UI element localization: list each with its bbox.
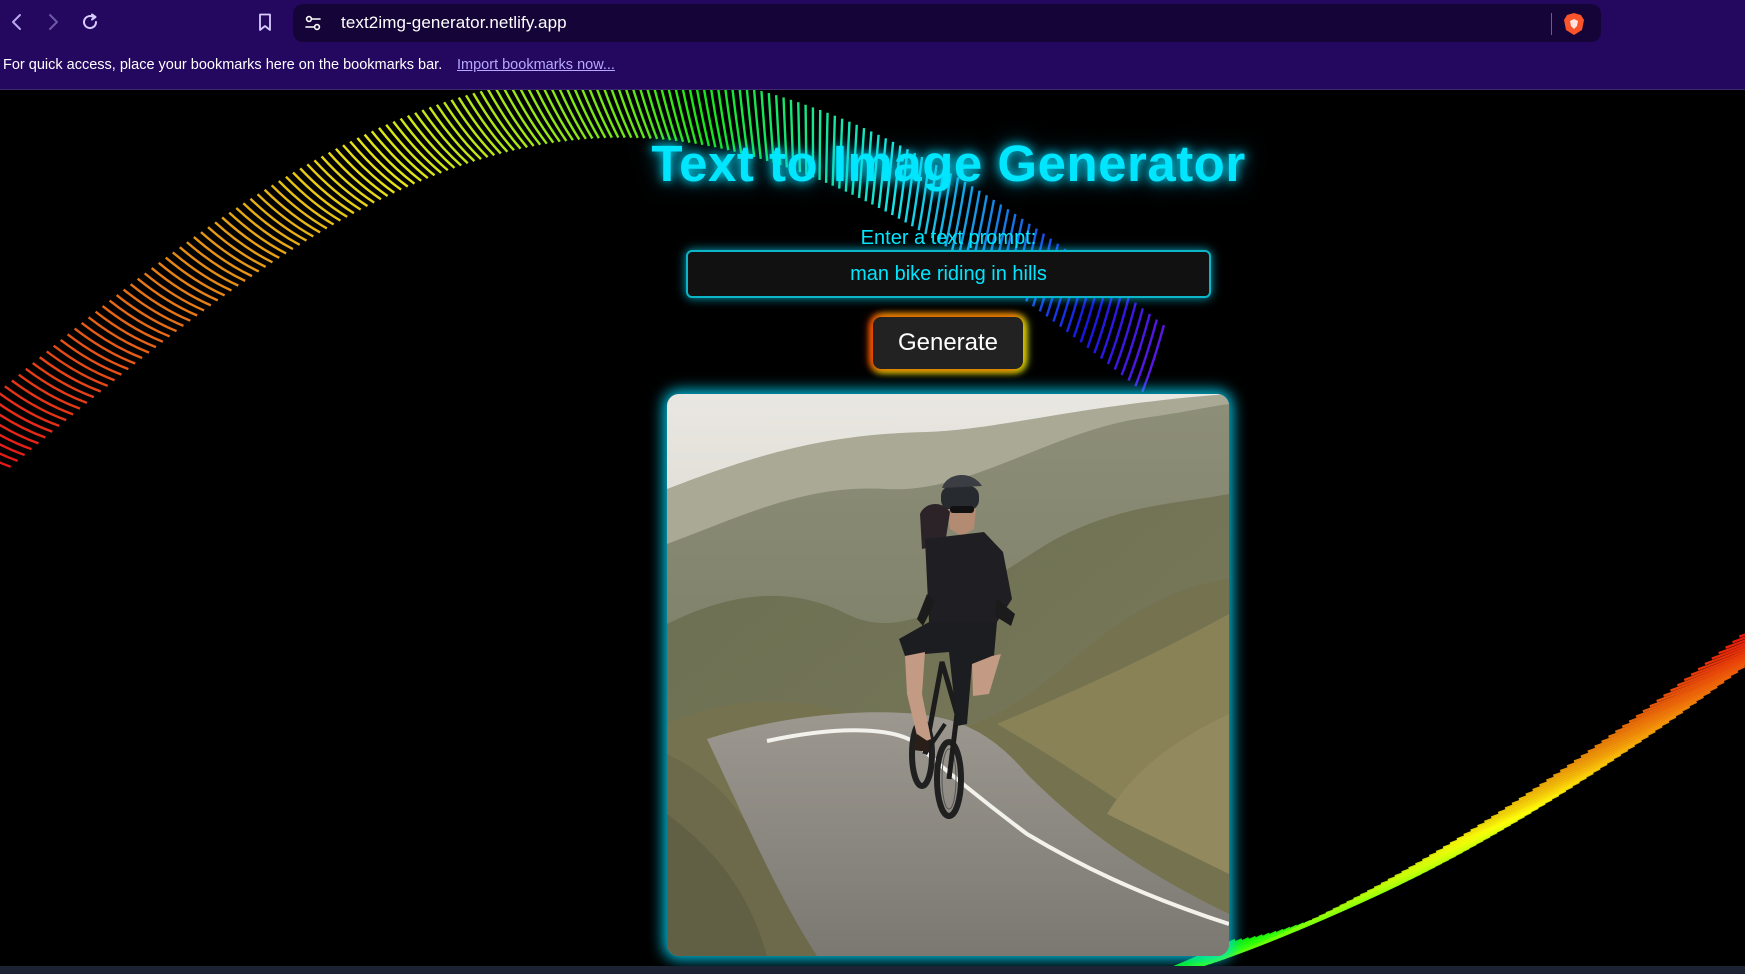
address-bar[interactable]: text2img-generator.netlify.app bbox=[293, 4, 1601, 42]
brave-shield-icon[interactable] bbox=[1563, 12, 1585, 36]
prompt-input[interactable] bbox=[686, 250, 1211, 298]
generated-image bbox=[667, 394, 1229, 956]
bookmarks-bar: For quick access, place your bookmarks h… bbox=[0, 44, 1745, 90]
prompt-label: Enter a text prompt: bbox=[860, 227, 1037, 249]
bookmarks-bar-message: For quick access, place your bookmarks h… bbox=[3, 57, 443, 73]
browser-toolbar: text2img-generator.netlify.app bbox=[0, 0, 1745, 44]
bookmark-icon[interactable] bbox=[251, 8, 279, 36]
taskbar-edge bbox=[0, 966, 1745, 974]
site-settings-icon[interactable] bbox=[303, 13, 323, 33]
back-arrow-icon[interactable] bbox=[3, 8, 31, 36]
reload-icon[interactable] bbox=[76, 8, 104, 36]
url-text[interactable]: text2img-generator.netlify.app bbox=[341, 13, 567, 33]
import-bookmarks-link[interactable]: Import bookmarks now... bbox=[457, 57, 615, 73]
forward-arrow-icon[interactable] bbox=[39, 8, 67, 36]
wave-stroke bbox=[0, 403, 53, 433]
generate-button[interactable]: Generate bbox=[873, 317, 1023, 369]
address-bar-divider bbox=[1551, 13, 1552, 35]
page-title: Text to Image Generator bbox=[651, 135, 1246, 192]
wave-stroke bbox=[1738, 633, 1745, 638]
page-viewport: Text to Image Generator Enter a text pro… bbox=[0, 90, 1745, 966]
